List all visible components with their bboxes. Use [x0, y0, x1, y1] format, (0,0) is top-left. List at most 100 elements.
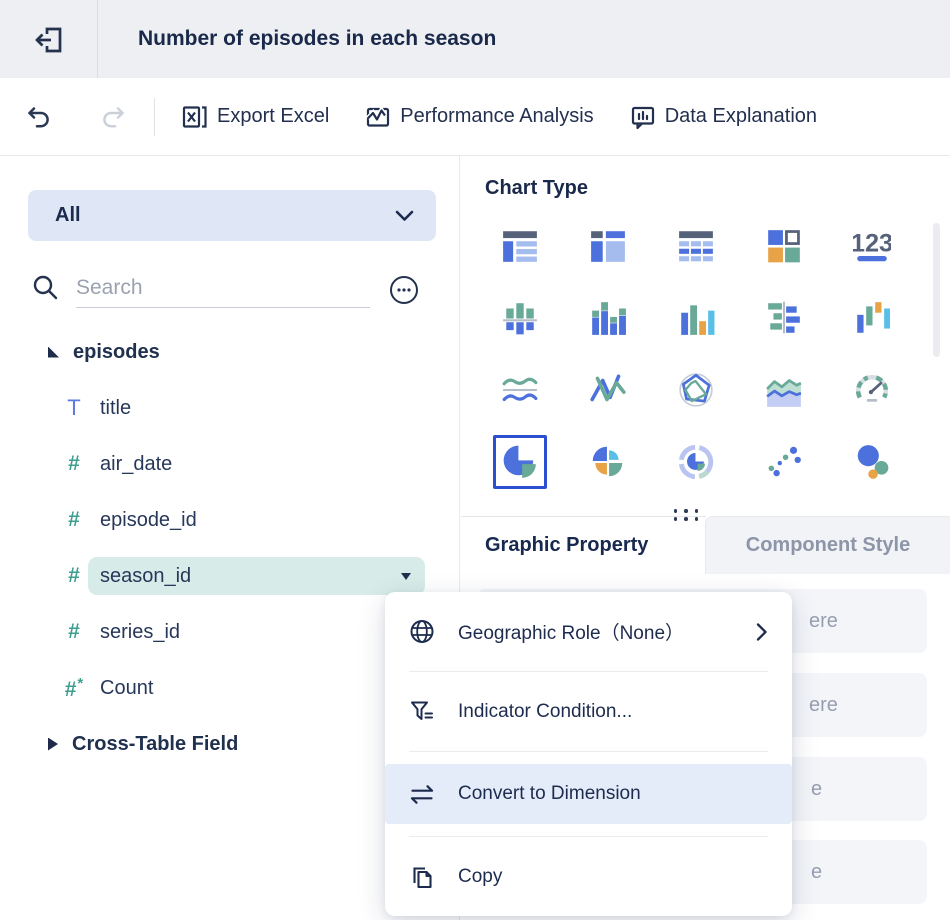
menu-item-geographic-role[interactable]: Geographic Role（None） [385, 592, 792, 671]
chart-grid-scrollbar[interactable] [933, 223, 940, 357]
chart-type-heading: Chart Type [485, 177, 588, 200]
submenu-chevron-right-icon [756, 622, 768, 642]
menu-item-label: Indicator Condition... [458, 701, 632, 723]
bubble-icon [853, 443, 891, 481]
calculated-number-field-icon: #* [56, 675, 92, 702]
field-label: series_id [100, 621, 180, 644]
svg-text:123: 123 [853, 229, 891, 257]
field-menu-caret-icon[interactable] [401, 573, 411, 580]
number-field-icon: # [56, 620, 92, 644]
undo-icon [26, 103, 53, 130]
collapsed-triangle-icon [48, 738, 58, 751]
chart-type-column[interactable] [652, 282, 740, 354]
data-explanation-button[interactable]: Data Explanation [630, 104, 817, 130]
search-icon [32, 274, 60, 302]
toolbar: Export Excel Performance Analysis Data E… [0, 78, 950, 156]
table-filter-select[interactable]: All [28, 190, 436, 241]
tab-graphic-property[interactable]: Graphic Property [485, 516, 648, 574]
search-row [28, 264, 432, 314]
chart-type-range-column[interactable] [828, 282, 916, 354]
excel-icon [181, 104, 208, 130]
text-field-icon: T [56, 395, 92, 421]
chart-type-detail-table[interactable] [652, 210, 740, 282]
cross-table-icon [589, 227, 627, 265]
donut-icon [677, 443, 715, 481]
chart-type-gauge[interactable] [828, 354, 916, 426]
back-button[interactable] [0, 0, 97, 78]
performance-analysis-label: Performance Analysis [400, 105, 593, 128]
gauge-icon [853, 371, 891, 409]
line-icon [501, 371, 539, 409]
menu-item-label: Convert to Dimension [458, 783, 641, 805]
area-icon [765, 371, 803, 409]
more-options-icon[interactable] [389, 275, 419, 305]
chart-type-curve-line[interactable] [564, 354, 652, 426]
expanded-triangle-icon [48, 347, 59, 358]
detail-table-icon [677, 227, 715, 265]
chart-type-bubble[interactable] [828, 426, 916, 498]
chart-type-grouped-table[interactable] [476, 210, 564, 282]
search-input[interactable] [76, 268, 370, 308]
data-explanation-label: Data Explanation [665, 105, 817, 128]
indicator-condition-icon [409, 698, 435, 725]
data-explanation-icon [630, 104, 656, 130]
redo-icon [99, 103, 126, 130]
chart-type-bidirectional-column[interactable] [476, 282, 564, 354]
chart-type-pie[interactable] [476, 426, 564, 498]
menu-item-copy[interactable]: Copy [385, 837, 792, 916]
chart-type-cross-table[interactable] [564, 210, 652, 282]
drop-zone-placeholder-fragment: ere [809, 610, 838, 633]
drop-zone-placeholder-fragment: e [811, 778, 822, 801]
field-label: episode_id [100, 509, 197, 532]
chart-type-kpi-grid[interactable] [740, 210, 828, 282]
kpi-grid-icon [765, 227, 803, 265]
menu-item-convert-to-dimension[interactable]: Convert to Dimension [385, 752, 792, 836]
chart-type-rose-pie[interactable] [564, 426, 652, 498]
top-bar: Number of episodes in each season [0, 0, 950, 78]
bidirectional-bar-icon [765, 299, 803, 337]
field-row-title[interactable]: T title [0, 380, 460, 436]
menu-item-label: Geographic Role（None） [458, 618, 684, 645]
field-label: Count [100, 677, 153, 700]
chart-type-line[interactable] [476, 354, 564, 426]
menu-item-label: Copy [458, 866, 502, 888]
redo-button[interactable] [99, 103, 126, 130]
group-label: Cross-Table Field [72, 733, 238, 756]
globe-icon [409, 618, 435, 645]
menu-item-indicator-condition[interactable]: Indicator Condition... [385, 672, 792, 751]
chart-type-area[interactable] [740, 354, 828, 426]
performance-analysis-button[interactable]: Performance Analysis [365, 104, 593, 130]
tab-component-style[interactable]: Component Style [705, 516, 950, 574]
radar-icon [677, 371, 715, 409]
chart-type-kpi-card[interactable]: 123 [828, 210, 916, 282]
chart-type-stacked-column[interactable] [564, 282, 652, 354]
field-label: air_date [100, 453, 172, 476]
stacked-column-icon [589, 299, 627, 337]
more-chart-types-handle[interactable] [670, 507, 702, 523]
export-excel-button[interactable]: Export Excel [181, 104, 329, 130]
chart-type-bidirectional-bar[interactable] [740, 282, 828, 354]
page-title: Number of episodes in each season [138, 0, 496, 78]
grouped-table-icon [501, 227, 539, 265]
copy-icon [409, 864, 435, 891]
convert-icon [409, 781, 435, 808]
chevron-down-icon [395, 210, 414, 222]
drop-zone-placeholder-fragment: ere [809, 694, 838, 717]
topbar-divider [97, 0, 98, 78]
performance-icon [365, 104, 391, 130]
chart-type-grid: 123 [476, 210, 916, 498]
field-context-menu: Geographic Role（None） Indicator Conditio… [385, 592, 792, 916]
field-row-episode-id[interactable]: # episode_id [0, 492, 460, 548]
group-label: episodes [73, 341, 160, 364]
field-row-air-date[interactable]: # air_date [0, 436, 460, 492]
chart-type-donut[interactable] [652, 426, 740, 498]
tree-group-episodes[interactable]: episodes [0, 324, 460, 380]
chart-type-scatter[interactable] [740, 426, 828, 498]
chart-type-radar[interactable] [652, 354, 740, 426]
curve-line-icon [589, 371, 627, 409]
drop-zone-placeholder-fragment: e [811, 861, 822, 884]
column-icon [677, 299, 715, 337]
back-exit-icon [33, 23, 65, 55]
undo-button[interactable] [26, 103, 53, 130]
rose-pie-icon [589, 443, 627, 481]
